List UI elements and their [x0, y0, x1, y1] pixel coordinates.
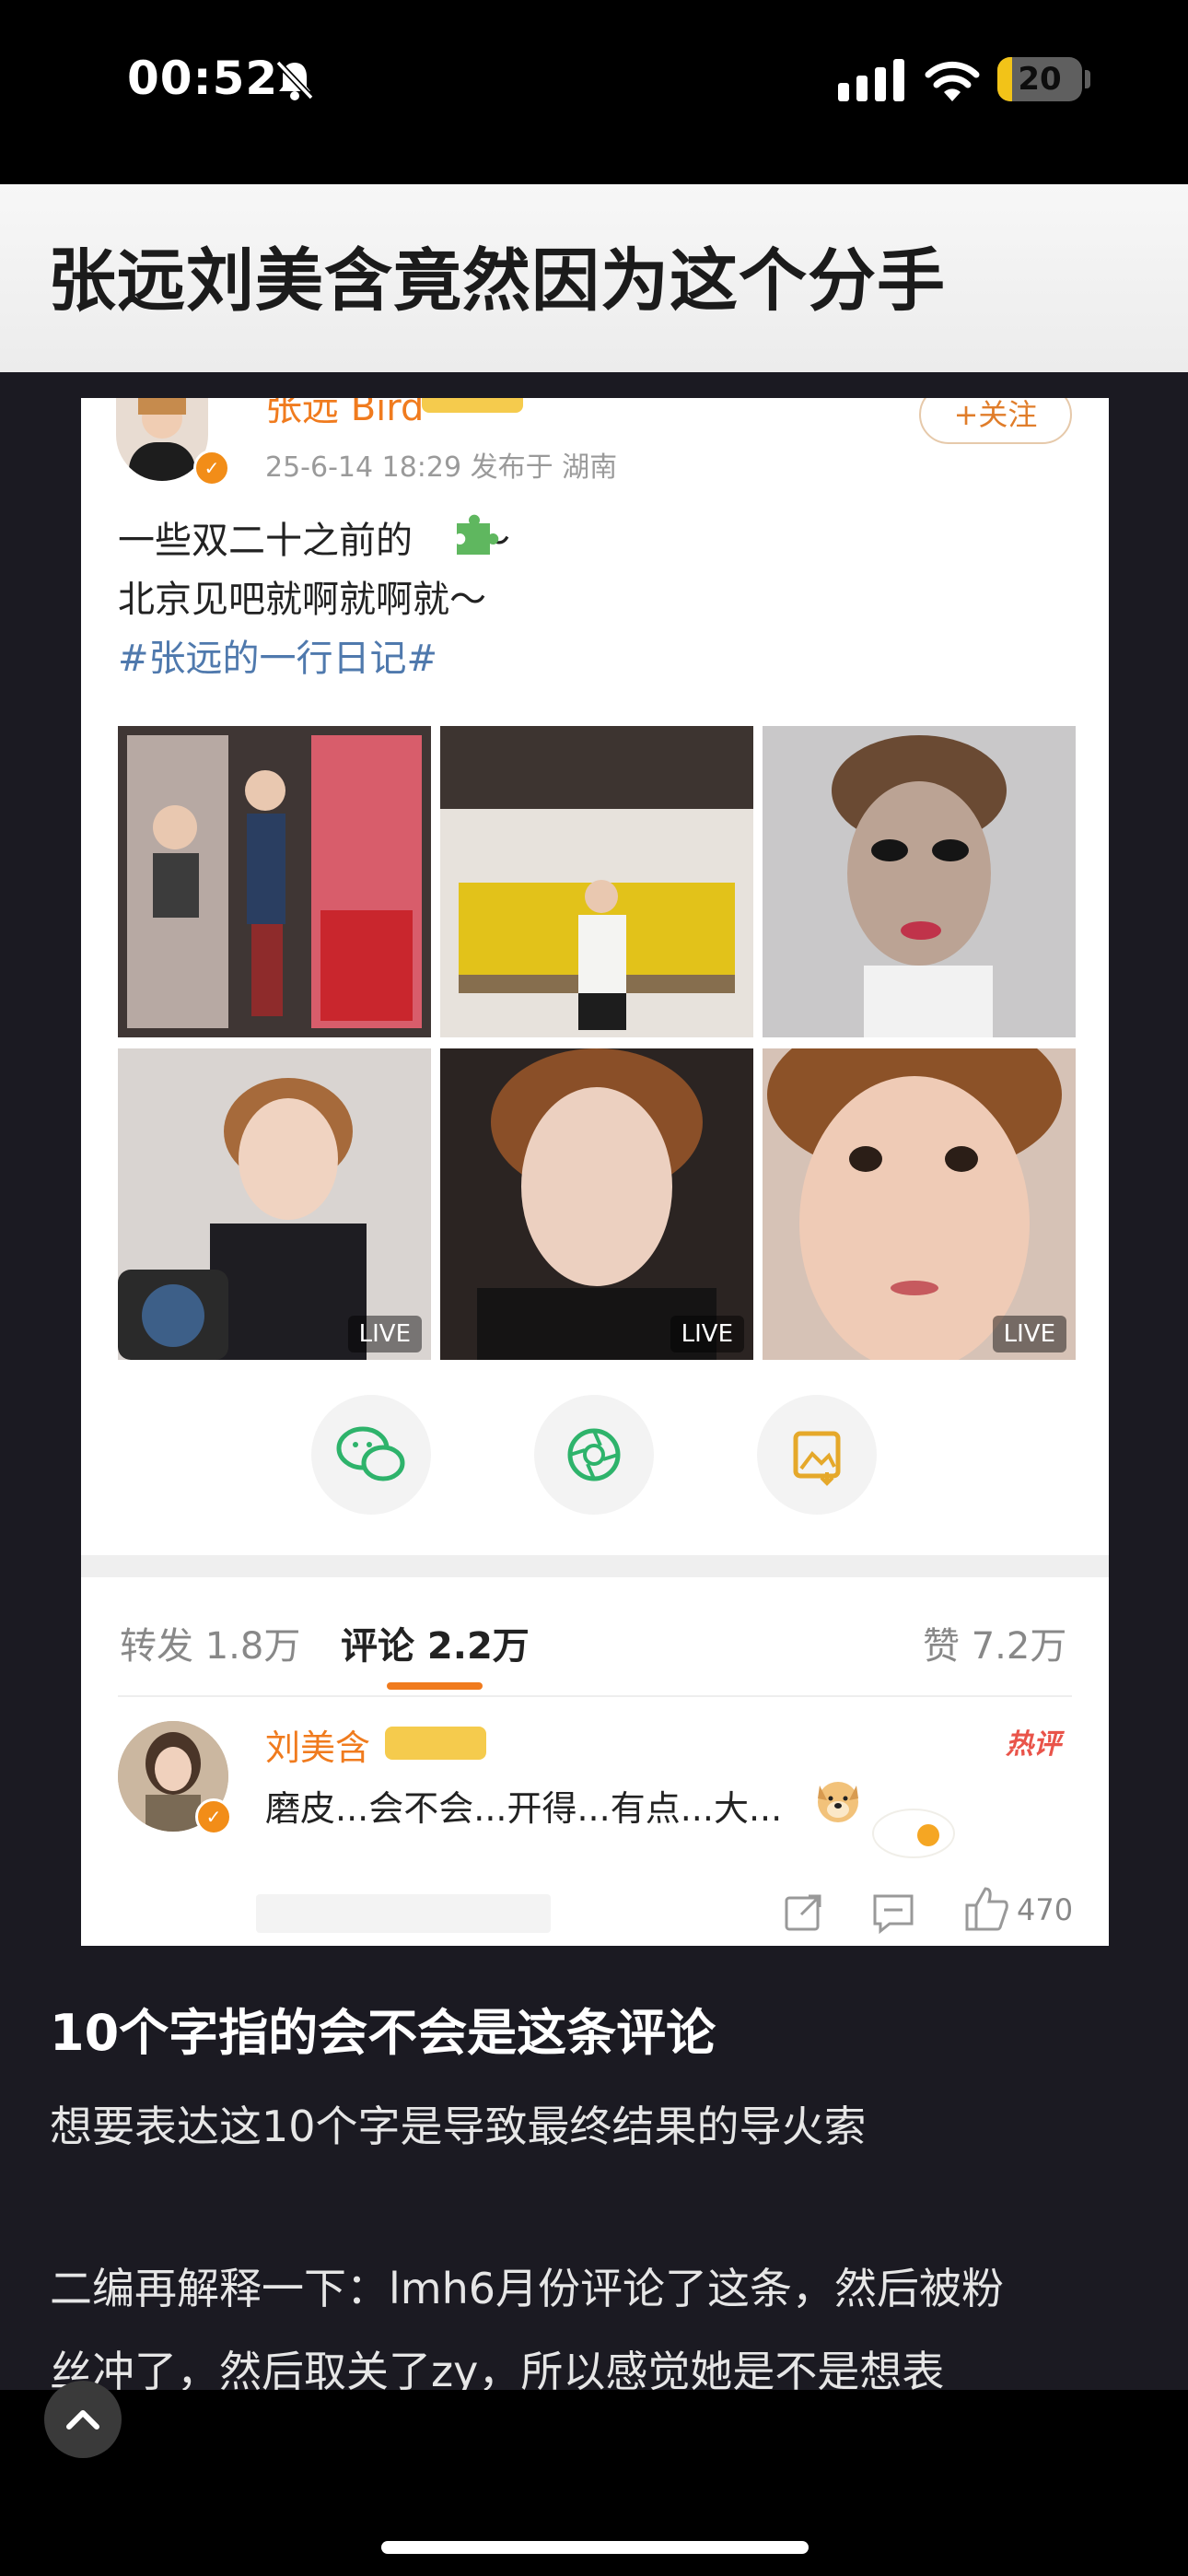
post-text-line-2: 北京见吧就啊就啊就～ [118, 579, 486, 621]
live-badge-label: LIVE [681, 1320, 733, 1348]
post-photo-1[interactable] [118, 726, 431, 1037]
battery-level: 20 [1018, 61, 1062, 98]
repost-tab[interactable]: 转发 1.8万 [120, 1616, 300, 1669]
level-badge-icon [422, 398, 523, 413]
status-time: 00:52 [127, 52, 279, 105]
share-icon[interactable] [781, 1889, 827, 1935]
commenter-name[interactable]: 刘美含 [265, 1719, 370, 1770]
live-badge: LIVE [670, 1316, 744, 1352]
battery-indicator: 20 [997, 57, 1082, 101]
crown-badge-icon [385, 1727, 486, 1760]
verified-badge-icon: ✓ [195, 1798, 232, 1835]
photo-4-art [118, 1048, 431, 1360]
home-indicator[interactable] [381, 2541, 809, 2554]
card-divider [81, 1555, 1109, 1577]
wifi-icon [925, 61, 980, 101]
dog-emoji-icon [818, 1782, 858, 1822]
article-heading: 10个字指的会不会是这条评论 [50, 2004, 716, 2062]
wechat-icon [336, 1426, 405, 1481]
egg-sticker-icon [872, 1809, 955, 1858]
chevron-up-icon [66, 2410, 99, 2430]
share-moments-button[interactable] [534, 1395, 654, 1515]
share-wechat-button[interactable] [311, 1395, 431, 1515]
photo-3-art [763, 726, 1076, 1037]
stats-divider [118, 1695, 1072, 1697]
verified-badge-icon: ✓ [193, 450, 230, 486]
photo-1-art [118, 726, 431, 1037]
photo-5-art [440, 1048, 753, 1360]
page-title: 张远刘美含竟然因为这个分手 [48, 241, 946, 321]
follow-button[interactable]: +关注 [919, 398, 1072, 444]
active-tab-indicator [387, 1682, 483, 1690]
poster-name: 张远 Bird [265, 398, 425, 429]
post-photo-2[interactable] [440, 726, 753, 1037]
comment-text: 磨皮...会不会...开得...有点...大... [265, 1788, 783, 1829]
live-badge: LIVE [347, 1316, 422, 1352]
scroll-to-top-button[interactable] [44, 2381, 122, 2458]
live-badge-label: LIVE [1003, 1320, 1055, 1348]
photo-2-art [440, 726, 753, 1037]
save-image-button[interactable] [757, 1395, 877, 1515]
save-image-icon [793, 1431, 841, 1486]
bell-slash-icon [275, 60, 314, 100]
article-paragraph-2-line-1: 二编再解释一下：lmh6月份评论了这条，然后被粉 [50, 2264, 1005, 2313]
comment-tab[interactable]: 评论 2.2万 [341, 1616, 530, 1669]
battery-nub [1085, 70, 1090, 88]
post-photo-5[interactable]: LIVE [440, 1048, 753, 1360]
blurred-reply-text [256, 1894, 551, 1933]
avatar-suit [129, 442, 195, 481]
live-badge: LIVE [992, 1316, 1066, 1352]
avatar-hair [138, 398, 186, 415]
post-meta: 25-6-14 18:29 发布于 湖南 [265, 451, 618, 484]
post-hashtag[interactable]: #张远的一行日记# [118, 628, 437, 682]
like-tab[interactable]: 赞 7.2万 [923, 1616, 1066, 1669]
like-icon[interactable] [960, 1883, 1011, 1935]
live-badge-label: LIVE [358, 1320, 411, 1348]
post-photo-6[interactable]: LIVE [763, 1048, 1076, 1360]
reply-icon[interactable] [869, 1891, 917, 1935]
puzzle-icon [457, 514, 499, 555]
article-paragraph-1: 想要表达这10个字是导致最终结果的导火索 [50, 2102, 867, 2151]
post-screenshot[interactable]: ✓ 张远 Bird 25-6-14 18:29 发布于 湖南 +关注 一些双二十… [81, 398, 1109, 1946]
signal-icon [838, 59, 904, 101]
photo-6-art [763, 1048, 1076, 1360]
post-photo-4[interactable]: LIVE [118, 1048, 431, 1360]
like-count: 470 [1017, 1892, 1074, 1927]
post-text-line-1-main: 一些双二十之前的 [118, 520, 413, 562]
hot-comment-label: 热评 [1006, 1728, 1061, 1761]
moments-icon [567, 1428, 621, 1481]
post-photo-3[interactable] [763, 726, 1076, 1037]
